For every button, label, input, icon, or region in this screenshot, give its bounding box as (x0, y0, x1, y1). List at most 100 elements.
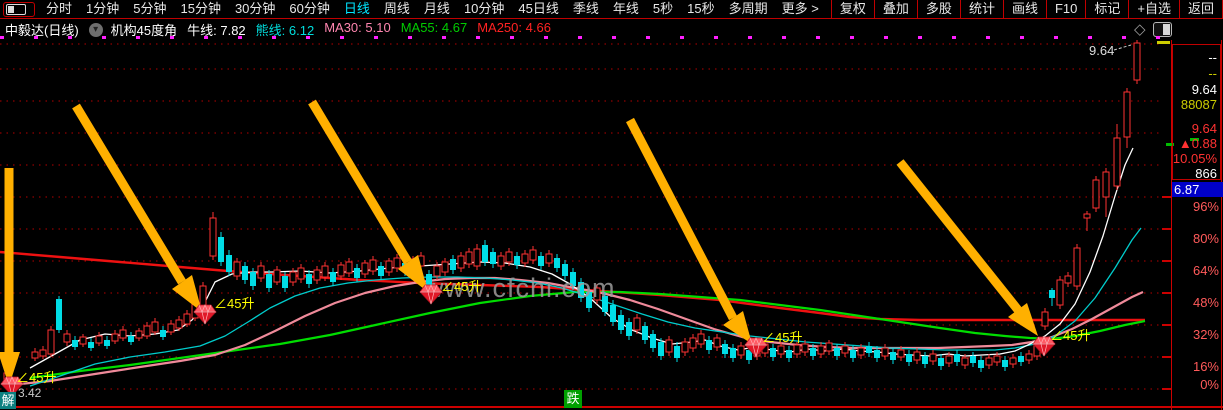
candle-down (250, 272, 256, 286)
candle-down (226, 255, 232, 272)
period-tab[interactable]: 分时 (39, 0, 79, 18)
candle-up (183, 313, 191, 325)
candle-up (1123, 91, 1131, 138)
quote-value: 9.64 (1191, 82, 1217, 97)
candle-down (890, 352, 896, 360)
quote-box: -- -- 9.64 88087 9.64 ▲0.88 10.05% 866 (1172, 44, 1221, 181)
split-view-icon[interactable] (1152, 22, 1172, 37)
candle-up (111, 333, 119, 342)
period-tab[interactable]: 5分钟 (126, 0, 173, 18)
low-price-label: 3.42 (18, 386, 42, 400)
magenta-level-line (0, 36, 1160, 39)
quote-value: -- (1208, 50, 1217, 65)
toolbar-button[interactable]: 标记 (1085, 0, 1128, 19)
candle-up (1133, 42, 1141, 81)
candle-down (1049, 290, 1055, 298)
candle-down (1002, 360, 1008, 367)
candle-down (450, 259, 456, 270)
candle-down (482, 245, 488, 262)
bottom-badge-jie[interactable]: 解 (0, 392, 16, 409)
candle-up (881, 347, 889, 357)
candle-down (56, 299, 62, 330)
toolbar-button[interactable]: 多股 (916, 0, 960, 19)
percent-label: 0% (1200, 377, 1219, 392)
period-tab[interactable]: 月线 (417, 0, 457, 18)
candle-up (793, 344, 801, 355)
period-tab[interactable]: 多周期 (722, 0, 775, 18)
toolbar-button[interactable]: 返回 (1178, 0, 1223, 19)
annotation-arrow (626, 117, 737, 321)
period-tab[interactable]: 30分钟 (228, 0, 282, 18)
candle-down (218, 237, 224, 262)
candle-down (266, 274, 272, 288)
diamond-marker (193, 304, 217, 325)
candle-up (297, 267, 305, 280)
candle-up (897, 349, 905, 358)
candle-up (521, 253, 529, 264)
candle-up (913, 351, 921, 361)
period-tab[interactable]: 10分钟 (457, 0, 511, 18)
candle-down (72, 340, 78, 347)
period-tab[interactable]: 45日线 (511, 0, 565, 18)
candle-down (810, 348, 816, 356)
candle-down (786, 350, 792, 358)
candle-down (282, 276, 288, 288)
period-tab[interactable]: 15分钟 (173, 0, 227, 18)
candle-down (642, 326, 648, 340)
candle-up (79, 336, 87, 345)
toolbar-button[interactable]: 复权 (830, 0, 874, 19)
toolbar-button[interactable]: 叠加 (873, 0, 917, 19)
candle-up (209, 217, 217, 257)
ma-line-bull (29, 147, 1134, 369)
period-tab[interactable]: 15秒 (680, 0, 721, 18)
period-tab[interactable]: 年线 (606, 0, 646, 18)
candle-down (978, 360, 984, 368)
toolbar-button[interactable]: +自选 (1128, 0, 1179, 19)
window-icon[interactable] (3, 1, 35, 17)
candle-up (665, 339, 673, 353)
candle-up (777, 345, 785, 355)
toolbar-button[interactable]: 画线 (1002, 0, 1046, 19)
quote-value: ▲0.88 (1178, 136, 1217, 151)
period-tab[interactable]: 季线 (566, 0, 606, 18)
candle-up (1009, 357, 1017, 365)
annotation-arrow (896, 159, 1022, 313)
toolbar-button[interactable]: 统计 (959, 0, 1003, 19)
percent-label: 32% (1192, 327, 1219, 342)
candle-down (378, 266, 384, 276)
period-tab[interactable]: 5秒 (646, 0, 680, 18)
candle-up (945, 355, 953, 364)
period-tab[interactable]: 日线 (337, 0, 377, 18)
candlestick-chart[interactable]: www.cfchi.com ∠45升∠45升∠45升∠45升 ∠45升9.643.… (0, 40, 1223, 410)
candle-up (497, 255, 505, 267)
period-tab[interactable]: 更多 > (775, 0, 826, 18)
candle-up (167, 323, 175, 333)
candle-up (95, 335, 103, 344)
bottom-badge-die[interactable]: 跌 (564, 390, 582, 408)
candle-down (88, 342, 94, 348)
current-price-box: 6.87 (1172, 182, 1223, 197)
signal-label: ∠45升 (441, 279, 481, 294)
candle-up (313, 269, 321, 281)
candle-up (817, 345, 825, 355)
candle-down (354, 268, 360, 278)
signal-label: ∠45升 (16, 370, 56, 385)
chevron-down-icon[interactable]: ▾ (88, 22, 103, 37)
candle-up (337, 264, 345, 277)
diamond-tool-icon[interactable]: ◇ (1134, 22, 1146, 37)
candle-up (1083, 213, 1091, 219)
signal-label: ∠45升 (214, 296, 254, 311)
candle-down (650, 334, 656, 348)
candle-up (1025, 353, 1033, 361)
period-tab[interactable]: 60分钟 (282, 0, 336, 18)
period-tab[interactable]: 1分钟 (79, 0, 126, 18)
candle-up (1041, 311, 1049, 327)
toolbar-button[interactable]: F10 (1045, 0, 1085, 19)
candle-up (697, 333, 705, 345)
candle-up (273, 269, 281, 283)
candle-down (906, 354, 912, 362)
candle-up (457, 255, 465, 269)
period-tab[interactable]: 周线 (377, 0, 417, 18)
candle-down (306, 274, 312, 284)
candle-up (1056, 279, 1064, 306)
